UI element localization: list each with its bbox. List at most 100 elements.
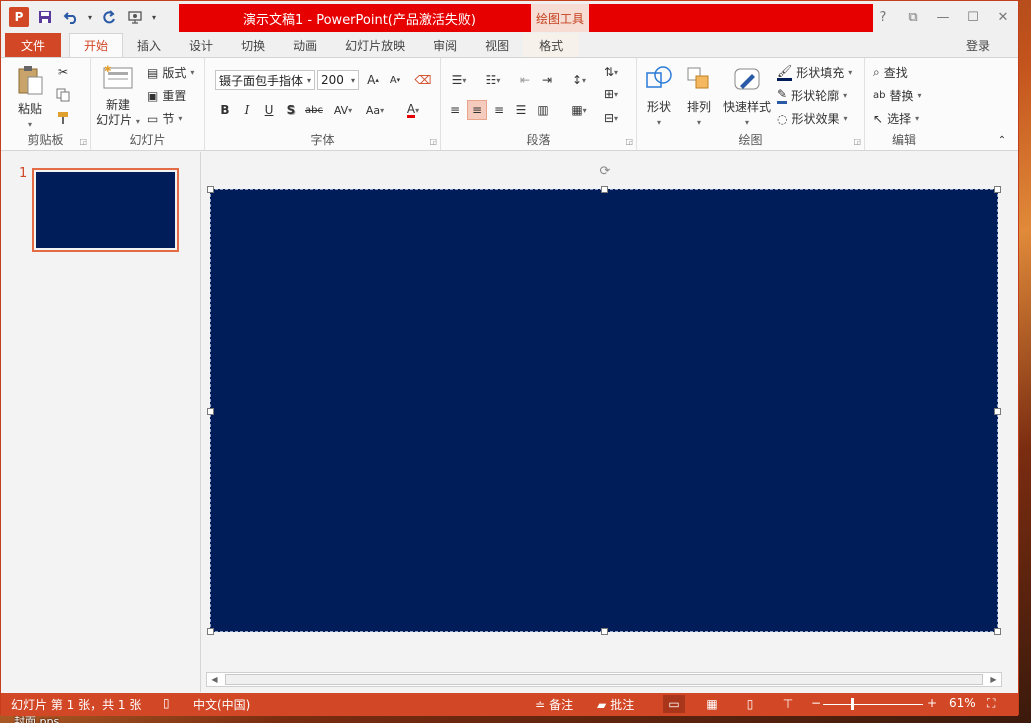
- scrollbar-thumb[interactable]: [225, 674, 983, 685]
- shape-outline-button[interactable]: ✎ 形状轮廓 ▾: [777, 87, 847, 104]
- paragraph-launcher-icon[interactable]: ◲: [625, 137, 633, 146]
- normal-view-icon[interactable]: ▭: [663, 695, 685, 713]
- minimize-button[interactable]: —: [928, 1, 958, 33]
- language-indicator[interactable]: 中文(中国): [193, 696, 250, 713]
- columns-icon[interactable]: ▦ ▾: [565, 100, 593, 120]
- align-right-icon[interactable]: ≡: [489, 100, 509, 120]
- arrange-button[interactable]: 排列 ▾: [681, 64, 717, 130]
- tab-file[interactable]: 文件: [5, 33, 62, 57]
- numbering-icon[interactable]: ☷ ▾: [479, 70, 507, 90]
- horizontal-scrollbar[interactable]: ◀ ▶: [206, 672, 1002, 687]
- undo-dropdown-icon[interactable]: ▾: [85, 5, 95, 29]
- font-size-combo[interactable]: 200 ▾: [317, 70, 359, 90]
- font-color-button[interactable]: A ▾: [399, 100, 427, 120]
- tab-animations[interactable]: 动画: [279, 33, 331, 57]
- customize-qat-icon[interactable]: ▾: [149, 5, 159, 29]
- increase-indent-icon[interactable]: ⇥: [537, 70, 557, 90]
- tab-slideshow[interactable]: 幻灯片放映: [331, 33, 419, 57]
- select-button[interactable]: ↖ 选择 ▾: [873, 110, 919, 127]
- decrease-font-icon[interactable]: A ▾: [385, 70, 405, 90]
- bullets-icon[interactable]: ☰ ▾: [445, 70, 473, 90]
- tab-insert[interactable]: 插入: [123, 33, 175, 57]
- distributed-icon[interactable]: ▥: [533, 100, 553, 120]
- strikethrough-button[interactable]: abc: [303, 100, 325, 120]
- align-text-icon[interactable]: ⊞ ▾: [597, 84, 625, 104]
- comments-button[interactable]: ▰ 批注: [597, 696, 634, 713]
- notes-button[interactable]: ≐ 备注: [535, 696, 573, 713]
- resize-handle-top-right[interactable]: [994, 186, 1001, 193]
- change-case-button[interactable]: Aa ▾: [361, 100, 389, 120]
- resize-handle-bottom[interactable]: [601, 628, 608, 635]
- collapse-ribbon-icon[interactable]: ⌃: [992, 130, 1012, 150]
- slide-sorter-icon[interactable]: ▦: [701, 695, 723, 713]
- resize-handle-top-left[interactable]: [207, 186, 214, 193]
- quick-styles-button[interactable]: 快速样式 ▾: [721, 64, 773, 130]
- font-launcher-icon[interactable]: ◲: [429, 137, 437, 146]
- reset-button[interactable]: ▣ 重置: [147, 87, 186, 104]
- slideshow-icon[interactable]: ⊤: [777, 695, 799, 713]
- undo-icon[interactable]: [59, 5, 83, 29]
- resize-handle-bottom-right[interactable]: [994, 628, 1001, 635]
- tab-view[interactable]: 视图: [471, 33, 523, 57]
- spell-check-icon[interactable]: ▯: [163, 696, 170, 710]
- shapes-button[interactable]: 形状 ▾: [641, 64, 677, 130]
- resize-handle-right[interactable]: [994, 408, 1001, 415]
- start-from-beginning-icon[interactable]: [123, 5, 147, 29]
- resize-handle-left[interactable]: [207, 408, 214, 415]
- find-button[interactable]: ⌕ 查找: [873, 64, 908, 81]
- cut-icon[interactable]: ✂: [53, 62, 73, 82]
- zoom-slider-track[interactable]: [823, 704, 923, 705]
- smartart-icon[interactable]: ⊟ ▾: [597, 108, 625, 128]
- zoom-slider-knob[interactable]: [851, 698, 854, 710]
- line-spacing-icon[interactable]: ↕ ▾: [565, 70, 593, 90]
- tab-review[interactable]: 审阅: [419, 33, 471, 57]
- zoom-out-button[interactable]: −: [811, 696, 821, 710]
- italic-button[interactable]: I: [237, 100, 257, 120]
- redo-icon[interactable]: [97, 5, 121, 29]
- replace-button[interactable]: ab 替换 ▾: [873, 87, 922, 104]
- help-button[interactable]: ?: [868, 1, 898, 33]
- reading-view-icon[interactable]: ▯: [739, 695, 761, 713]
- layout-button[interactable]: ▤ 版式 ▾: [147, 64, 194, 81]
- text-direction-icon[interactable]: ⇅ ▾: [597, 62, 625, 82]
- underline-button[interactable]: U: [259, 100, 279, 120]
- new-slide-button[interactable]: ✱ 新建 幻灯片 ▾: [95, 64, 141, 129]
- fit-to-window-icon[interactable]: ⛶: [987, 696, 995, 711]
- decrease-indent-icon[interactable]: ⇤: [515, 70, 535, 90]
- rotate-handle-icon[interactable]: ⟳: [598, 165, 612, 179]
- bold-button[interactable]: B: [215, 100, 235, 120]
- shape-fill-button[interactable]: 🖌 形状填充 ▾: [777, 64, 852, 81]
- paste-button[interactable]: 粘贴 ▾: [13, 64, 47, 132]
- format-painter-icon[interactable]: [53, 108, 73, 128]
- align-center-icon[interactable]: ≡: [467, 100, 487, 120]
- scroll-right-icon[interactable]: ▶: [986, 673, 1001, 686]
- tab-design[interactable]: 设计: [175, 33, 227, 57]
- tab-format[interactable]: 格式: [523, 33, 580, 57]
- font-name-combo[interactable]: 镊子面包手指体 ▾: [215, 70, 315, 90]
- section-button[interactable]: ▭ 节 ▾: [147, 110, 182, 127]
- copy-icon[interactable]: [53, 85, 73, 105]
- resize-handle-top[interactable]: [601, 186, 608, 193]
- slide-canvas[interactable]: [207, 186, 1001, 635]
- drawing-launcher-icon[interactable]: ◲: [853, 137, 861, 146]
- restore-button[interactable]: ☐: [958, 1, 988, 33]
- clear-formatting-icon[interactable]: ⌫: [413, 70, 433, 90]
- justify-icon[interactable]: ☰: [511, 100, 531, 120]
- tab-home[interactable]: 开始: [69, 33, 124, 57]
- zoom-in-button[interactable]: +: [927, 696, 937, 710]
- clipboard-launcher-icon[interactable]: ◲: [79, 137, 87, 146]
- shadow-button[interactable]: S: [281, 100, 301, 120]
- save-icon[interactable]: [33, 5, 57, 29]
- sign-in-link[interactable]: 登录: [966, 37, 990, 54]
- scroll-left-icon[interactable]: ◀: [207, 673, 222, 686]
- shape-effects-button[interactable]: ◌ 形状效果 ▾: [777, 110, 848, 127]
- app-logo-icon[interactable]: P: [7, 5, 31, 29]
- increase-font-icon[interactable]: A ▴: [363, 70, 383, 90]
- slide-thumbnail[interactable]: [32, 168, 179, 252]
- resize-handle-bottom-left[interactable]: [207, 628, 214, 635]
- zoom-level[interactable]: 61%: [949, 696, 976, 710]
- tab-transitions[interactable]: 切换: [227, 33, 279, 57]
- character-spacing-button[interactable]: AV ▾: [329, 100, 357, 120]
- ribbon-display-button[interactable]: ⧉: [898, 1, 928, 33]
- close-button[interactable]: ✕: [988, 1, 1018, 33]
